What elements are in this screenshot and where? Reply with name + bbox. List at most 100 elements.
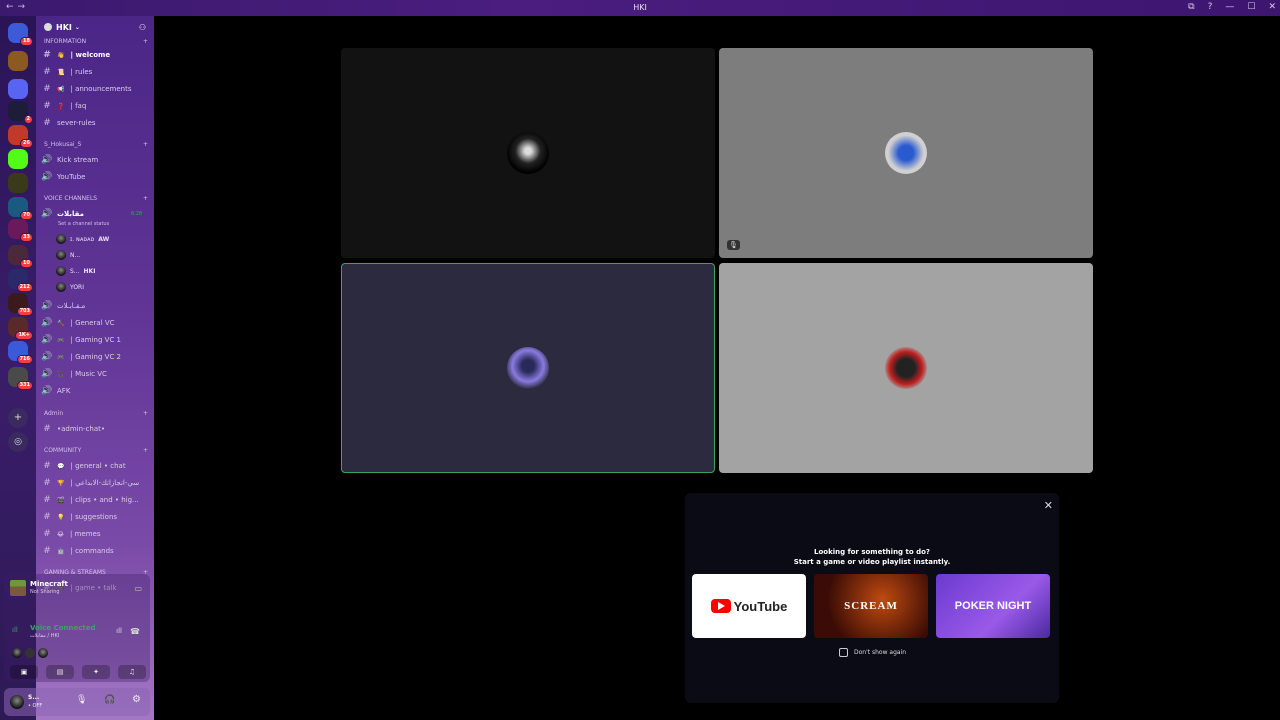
server-icon[interactable]: 1K+ <box>8 317 33 340</box>
voice-channel-item[interactable]: 🔊 🎧 | Music VC <box>40 367 150 381</box>
channel-emoji: 🎮 <box>57 336 65 344</box>
avatar[interactable] <box>12 648 22 658</box>
popup-text: Looking for something to do? Start a gam… <box>685 547 1059 567</box>
server-icon[interactable] <box>8 149 28 169</box>
voice-user-name: ɪ. ɴᴀᴅᴀᴅ <box>70 235 95 243</box>
server-icon[interactable]: 703 <box>8 293 33 316</box>
channel-item[interactable]: # ❓ | faq <box>40 99 150 113</box>
avatar[interactable] <box>25 648 35 658</box>
microphone-icon[interactable]: 🎙 <box>76 695 87 705</box>
voice-channel-item[interactable]: 🔊 YouTube <box>40 170 150 184</box>
channel-item[interactable]: # 📢 | announcements <box>40 82 150 96</box>
user-avatar[interactable] <box>10 695 24 709</box>
window-controls: ⧉ ? — ☐ ✕ <box>1188 2 1276 12</box>
channel-item[interactable]: # 😂 | memes <box>40 527 150 541</box>
voice-user[interactable]: ɪ. ɴᴀᴅᴀᴅ AW <box>56 232 109 246</box>
participant-tile[interactable] <box>719 263 1093 473</box>
voice-channel-item[interactable]: 🔊 🔨 | General VC <box>40 316 150 330</box>
poker-label: POKER NIGHT <box>954 600 1032 612</box>
hashtag-icon: # <box>43 529 51 539</box>
channel-item[interactable]: # 💡 | suggestions <box>40 510 150 524</box>
voice-channel-item[interactable]: 🔊 🎮 | Gaming VC 2 <box>40 350 150 364</box>
screen-share-icon[interactable]: ▤ <box>46 665 74 679</box>
channel-item[interactable]: # •admin-chat• <box>40 422 150 436</box>
close-icon[interactable]: ✕ <box>1044 499 1053 512</box>
server-icon[interactable]: 33 <box>8 219 33 242</box>
server-icon[interactable] <box>8 51 28 71</box>
headphones-icon[interactable]: 🎧 <box>104 695 115 705</box>
server-icon[interactable]: 716 <box>8 341 33 364</box>
explore-icon[interactable]: ◎ <box>8 432 28 452</box>
help-icon[interactable]: ? <box>1208 2 1213 12</box>
speaker-icon: 🔊 <box>41 335 53 345</box>
activities-icon[interactable]: ✦ <box>82 665 110 679</box>
participant-tile[interactable] <box>341 263 715 473</box>
channel-item[interactable]: # 🎬 | clips • and • hig... <box>40 493 150 507</box>
channel-item[interactable]: # 🤖 | commands <box>40 544 150 558</box>
category-voice[interactable]: VOICE CHANNELS + <box>44 195 148 205</box>
soundboard-icon[interactable]: ♫ <box>118 665 146 679</box>
server-icon[interactable]: 331 <box>8 367 33 390</box>
add-channel-icon[interactable]: + <box>143 38 148 48</box>
channel-emoji: 🎧 <box>57 370 65 378</box>
channel-item[interactable]: # sever-rules <box>40 116 150 130</box>
add-channel-icon[interactable]: + <box>143 141 148 151</box>
server-icon[interactable]: 26 <box>8 125 33 148</box>
category-hokusai[interactable]: S_Hokusai_S + <box>44 141 148 151</box>
server-icon[interactable]: 18 <box>8 23 33 46</box>
close-button[interactable]: ✕ <box>1268 2 1276 12</box>
channel-item[interactable]: # 🏆 | سي-انجازاتك-الابداعي <box>40 476 150 490</box>
server-icon[interactable]: 10 <box>8 245 33 268</box>
maximize-button[interactable]: ☐ <box>1247 2 1255 12</box>
channel-item[interactable]: # 📜 | rules <box>40 65 150 79</box>
server-icon <box>44 23 52 31</box>
category-community[interactable]: COMMUNITY + <box>44 447 148 457</box>
poker-night-card[interactable]: POKER NIGHT <box>936 574 1050 638</box>
share-screen-icon[interactable]: ▭ <box>134 584 142 593</box>
disconnect-icon[interactable]: ☎ <box>130 627 140 636</box>
user-name[interactable]: S... <box>28 694 39 701</box>
voice-user[interactable]: S... HKI <box>56 264 95 278</box>
signal-icon[interactable]: ıll <box>12 626 18 634</box>
youtube-card[interactable]: YouTube <box>692 574 806 638</box>
participant-tile[interactable]: 🎙 <box>719 48 1093 258</box>
server-icon[interactable] <box>8 173 28 193</box>
avatar <box>56 250 66 260</box>
server-header[interactable]: HKI ⌄ ⚇ <box>36 16 154 38</box>
voice-channel-item[interactable]: 🔊 🎮 | Gaming VC 1 <box>40 333 150 347</box>
server-icon[interactable]: 70 <box>8 197 33 220</box>
voice-status[interactable]: Voice Connected <box>30 624 96 632</box>
noise-suppression-icon[interactable]: ıll <box>116 627 122 635</box>
category-admin[interactable]: Admin + <box>44 410 148 420</box>
inbox-icon[interactable]: ⧉ <box>1188 2 1194 12</box>
channel-status[interactable]: Set a channel status <box>58 221 109 227</box>
hashtag-icon: # <box>43 50 51 60</box>
server-icon[interactable]: 2 <box>8 101 33 124</box>
settings-gear-icon[interactable]: ⚙ <box>132 694 141 705</box>
add-channel-icon[interactable]: + <box>143 447 148 457</box>
add-member-icon[interactable]: ⚇ <box>139 23 146 32</box>
voice-channel-item[interactable]: 🔊 AFK <box>40 384 150 398</box>
add-server-icon[interactable]: + <box>8 408 28 428</box>
channel-item[interactable]: # 💬 | general • chat <box>40 459 150 473</box>
avatar[interactable] <box>38 648 48 658</box>
server-icon[interactable] <box>8 79 28 99</box>
category-information[interactable]: INFORMATION + <box>44 38 148 48</box>
channel-label: | suggestions <box>70 513 118 521</box>
server-icon[interactable]: 212 <box>8 269 33 292</box>
add-channel-icon[interactable]: + <box>143 195 148 205</box>
rtc-actions: ▣ ▤ ✦ ♫ <box>10 665 146 679</box>
participant-tile[interactable] <box>341 48 715 258</box>
voice-user[interactable]: N... <box>56 248 80 262</box>
voice-channel-item[interactable]: 🔊 Kick stream <box>40 153 150 167</box>
minimize-button[interactable]: — <box>1225 2 1234 12</box>
category-label: S_Hokusai_S <box>44 141 82 148</box>
voice-user[interactable]: YORI <box>56 280 84 294</box>
channel-item[interactable]: # 👋 | welcome <box>40 48 150 62</box>
scream-card[interactable]: SCREAM <box>814 574 928 638</box>
server-badge: 331 <box>16 381 33 390</box>
voice-channel-item[interactable]: 🔊 مـقـابـلات <box>40 299 150 313</box>
add-channel-icon[interactable]: + <box>143 410 148 420</box>
camera-off-icon[interactable]: ▣ <box>10 665 38 679</box>
dont-show-checkbox[interactable] <box>839 648 848 657</box>
